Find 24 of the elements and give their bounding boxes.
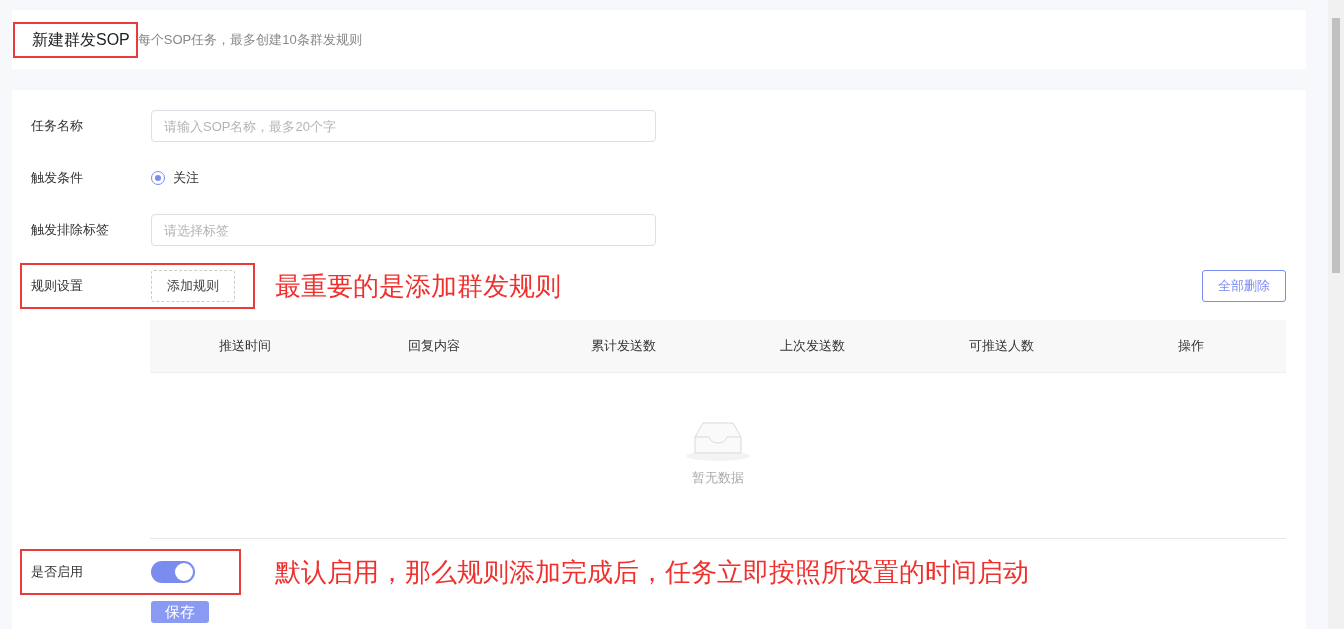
column-header: 推送时间: [217, 337, 272, 355]
field-label: 任务名称: [31, 117, 84, 135]
annotation-text: 最重要的是添加群发规则: [275, 269, 561, 303]
field-label: 触发条件: [31, 169, 84, 187]
scrollbar-thumb[interactable]: [1332, 18, 1340, 273]
field-label: 触发排除标签: [31, 221, 110, 239]
page-title: 新建群发SOP: [13, 21, 138, 58]
radio-label[interactable]: 关注: [173, 169, 199, 187]
column-header: 上次发送数: [779, 337, 847, 355]
column-header: 回复内容: [407, 337, 461, 355]
field-label: 规则设置: [31, 277, 84, 295]
empty-tray-icon: [685, 419, 751, 461]
scrollbar[interactable]: [1328, 0, 1344, 629]
name-input-field[interactable]: 请输入SOP名称，最多20个字: [151, 110, 656, 142]
column-header: 操作: [1177, 337, 1206, 355]
column-header: 可推送人数: [968, 337, 1036, 355]
add-rule-button[interactable]: 添加规则: [151, 270, 235, 302]
empty-text: 暂无数据: [692, 469, 744, 487]
page-subtitle: 每个SOP任务，最多创建10条群发规则: [137, 30, 362, 49]
annotation-text: 默认启用，那么规则添加完成后，任务立即按照所设置的时间启动: [275, 555, 1029, 589]
enable-switch[interactable]: [151, 561, 195, 583]
column-header: 累计发送数: [589, 337, 657, 355]
tag-select-field[interactable]: 请选择标签: [151, 214, 656, 246]
field-label: 是否启用: [31, 563, 84, 581]
